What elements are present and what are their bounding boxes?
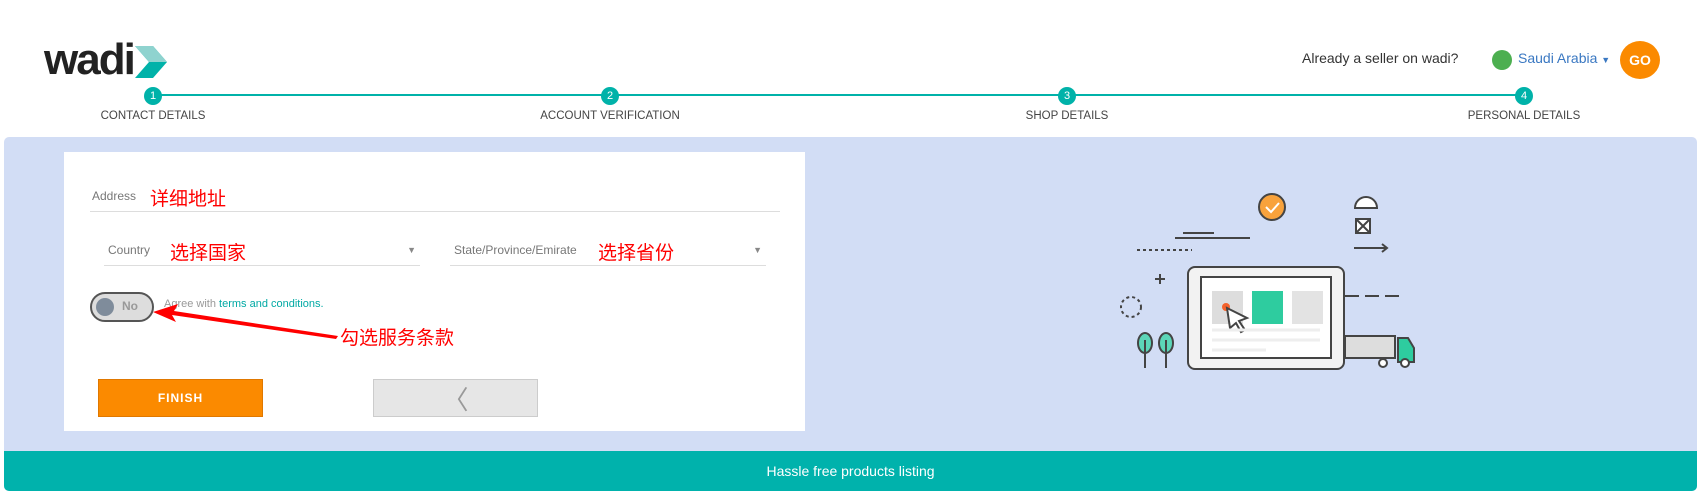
country-label: Country — [108, 243, 151, 257]
state-label: State/Province/Emirate — [454, 243, 577, 257]
progress-line — [153, 94, 1524, 96]
seller-illustration — [1120, 193, 1415, 370]
step-2-dot: 2 — [601, 87, 619, 105]
country-selector[interactable]: Saudi Arabia ▼ — [1518, 50, 1610, 66]
step-4-label: PERSONAL DETAILS — [1467, 110, 1581, 122]
toggle-annotation: 勾选服务条款 — [340, 328, 455, 349]
caret-down-icon: ▼ — [1601, 55, 1611, 65]
toggle-knob — [96, 298, 114, 316]
address-label: Address — [92, 189, 137, 203]
step-1-label: CONTACT DETAILS — [100, 110, 206, 122]
terms-toggle[interactable]: No — [90, 292, 154, 322]
country-selector-label: Saudi Arabia — [1518, 50, 1598, 66]
finish-button[interactable]: FINISH — [98, 379, 263, 417]
country-annotation: 选择国家 — [170, 243, 247, 264]
banner: Hassle free products listing — [4, 451, 1697, 491]
saudi-flag-icon — [1492, 50, 1512, 70]
step-2-label: ACCOUNT VERIFICATION — [540, 110, 680, 122]
toggle-state: No — [122, 299, 138, 313]
annotation-arrow-icon — [153, 304, 338, 339]
wadi-logo[interactable]: wadi — [44, 38, 136, 82]
caret-down-icon: ▼ — [753, 245, 762, 255]
state-select[interactable]: State/Province/Emirate 选择省份 ▼ — [450, 238, 766, 266]
address-annotation: 详细地址 — [150, 189, 227, 210]
step-3-label: SHOP DETAILS — [1025, 110, 1109, 122]
step-3-dot: 3 — [1058, 87, 1076, 105]
back-button[interactable]: 〈 — [373, 379, 538, 417]
logo-chevron-icon — [135, 46, 167, 78]
address-field[interactable]: Address 详细地址 — [90, 184, 780, 212]
step-4-dot: 4 — [1515, 87, 1533, 105]
state-annotation: 选择省份 — [598, 243, 675, 264]
seller-prompt: Already a seller on wadi? — [1302, 50, 1459, 66]
caret-down-icon: ▼ — [407, 245, 416, 255]
country-select[interactable]: Country 选择国家 ▼ — [104, 238, 420, 266]
go-button[interactable]: GO — [1620, 41, 1660, 79]
step-1-dot: 1 — [144, 87, 162, 105]
